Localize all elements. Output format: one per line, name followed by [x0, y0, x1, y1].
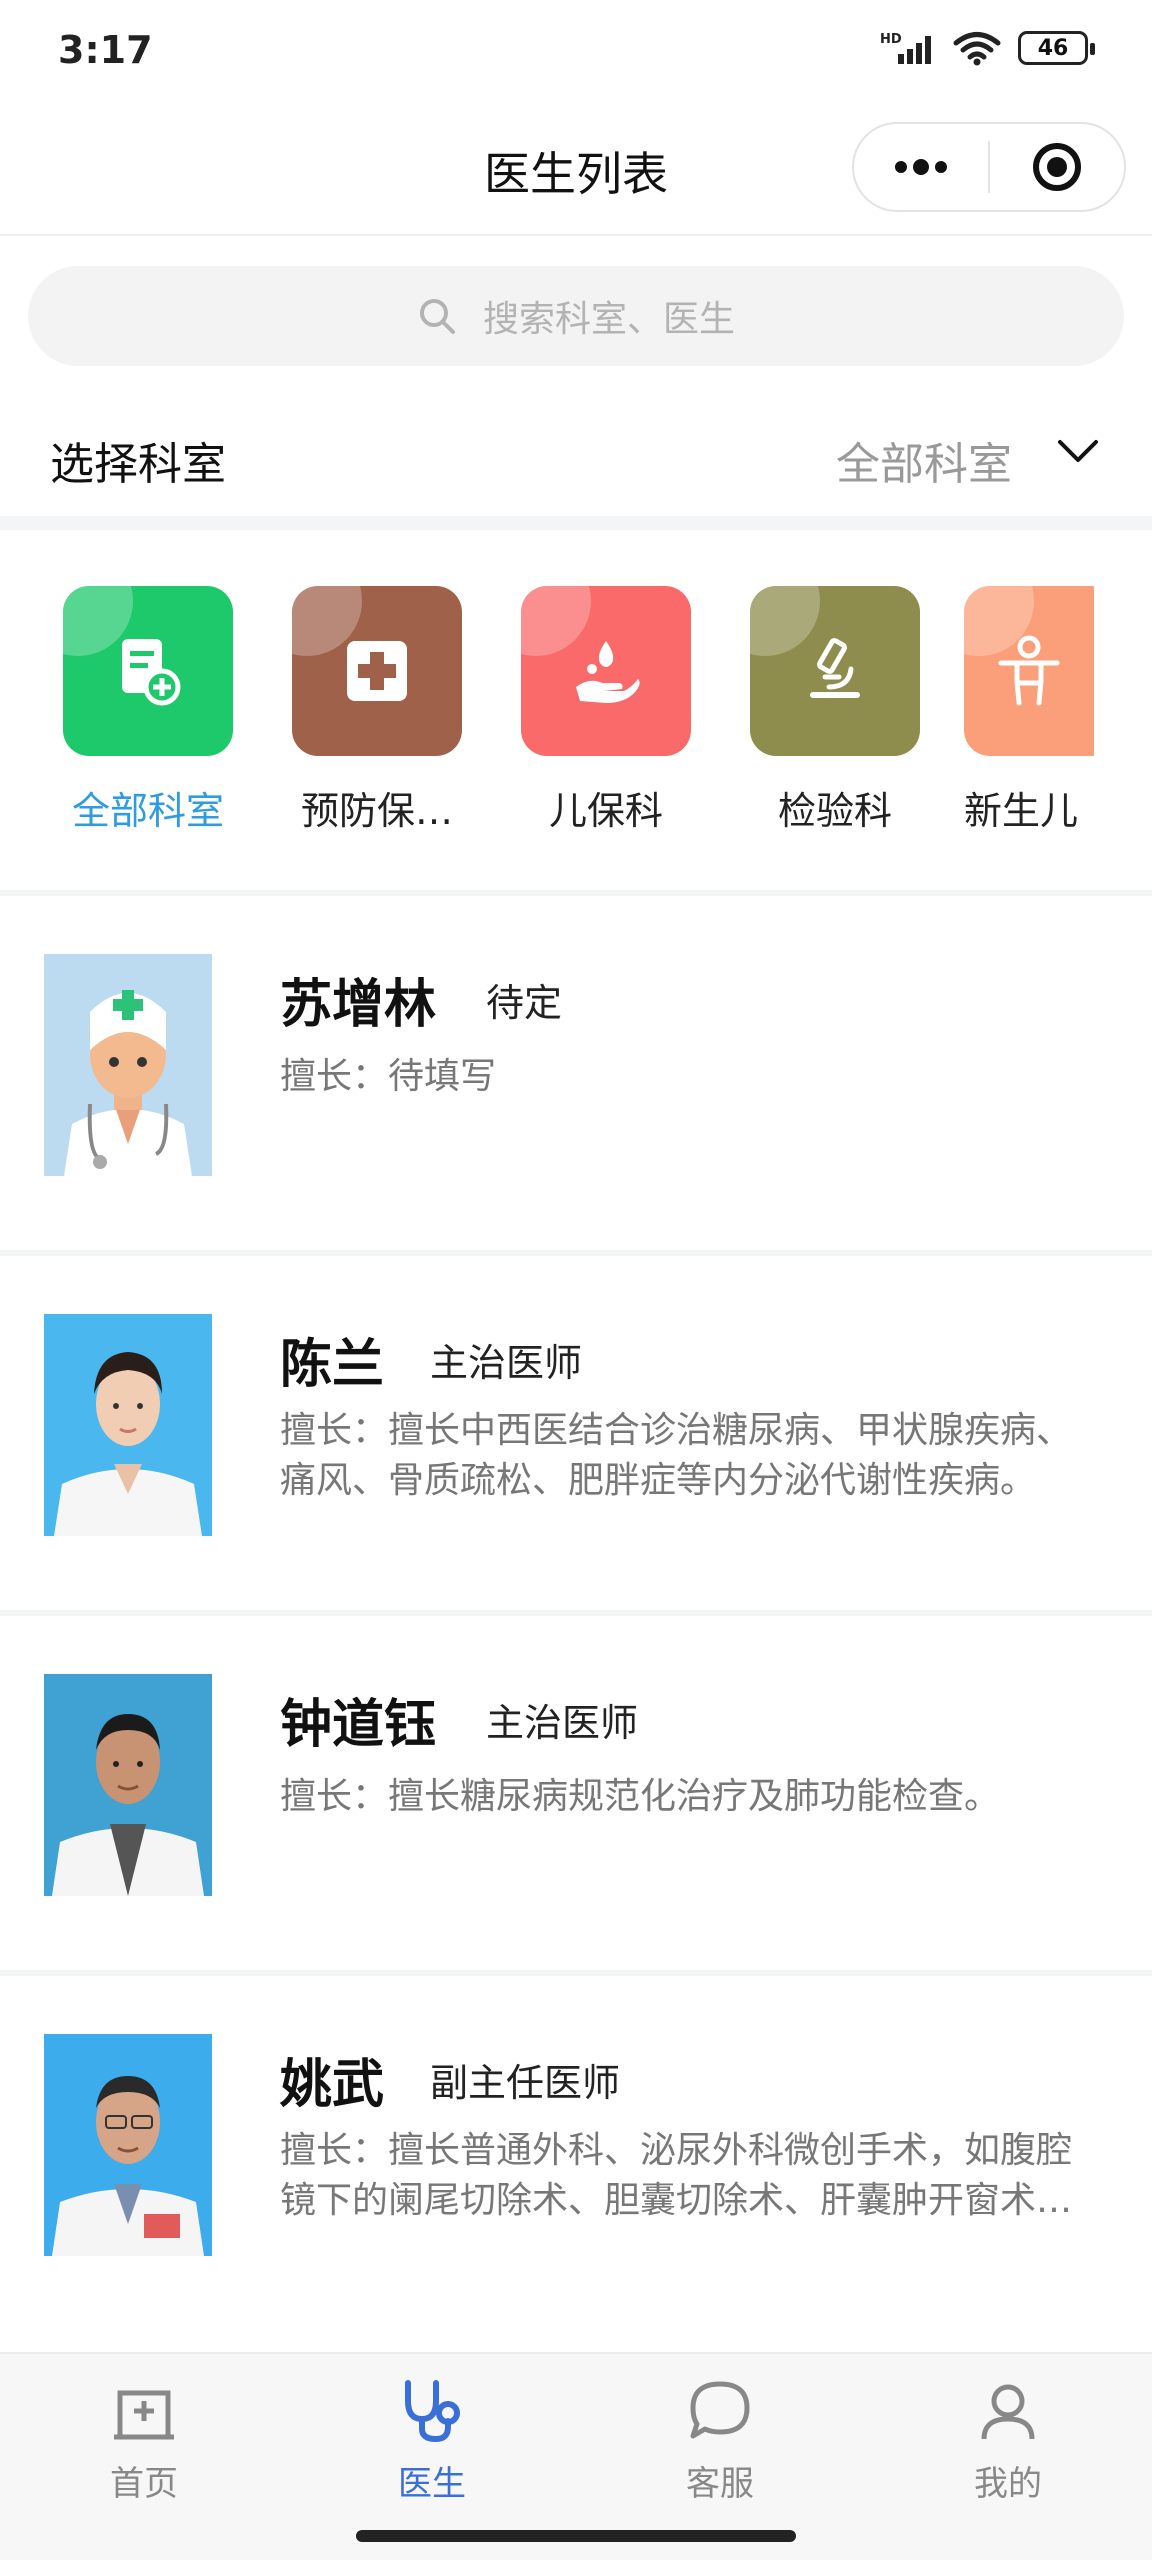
category-lab[interactable]: 检验科: [735, 586, 935, 835]
category-strip: 全部科室 预防保… 儿保科 检验科 新生儿: [0, 530, 1152, 890]
category-icon-box: [750, 586, 920, 756]
category-all[interactable]: 全部科室: [48, 586, 248, 835]
doctor-photo: [44, 954, 212, 1176]
search-placeholder: 搜索科室、医生: [482, 299, 735, 340]
department-value: 全部科室: [836, 439, 1012, 490]
miniprogram-capsule: [852, 122, 1126, 212]
cartoon-doctor-avatar: [44, 954, 212, 1176]
more-button[interactable]: [854, 122, 988, 212]
category-label: 全部科室: [71, 789, 224, 833]
nav-bar: 医生列表: [0, 110, 1152, 236]
stethoscope-icon: [405, 2380, 460, 2443]
medical-cross-icon: [347, 641, 407, 701]
tab-service[interactable]: 客服: [620, 2376, 820, 2505]
doctor-name: 陈兰: [280, 1335, 385, 1395]
doctor-photo: [44, 2034, 212, 2256]
doctor-photo: [44, 1314, 212, 1536]
doctor-card[interactable]: 钟道钰 主治医师 擅长：擅长糖尿病规范化治疗及肺功能检查。: [0, 1610, 1152, 1970]
category-child-care[interactable]: 儿保科: [506, 586, 706, 835]
chevron-down-icon: [1058, 440, 1098, 462]
hospital-icon: [114, 2390, 174, 2440]
doctor-title: 主治医师: [430, 1341, 583, 1385]
tab-mine[interactable]: 我的: [908, 2376, 1108, 2505]
status-icons: HD 46: [880, 30, 1095, 66]
doctor-name: 苏增林: [280, 975, 437, 1035]
doctor-title: 副主任医师: [430, 2061, 621, 2105]
category-label: 儿保科: [548, 789, 663, 833]
doctor-card[interactable]: 苏增林 待定 擅长：待填写: [0, 890, 1152, 1250]
tab-label: 首页: [110, 2464, 178, 2504]
tab-label: 客服: [686, 2464, 754, 2504]
category-icon-box: [292, 586, 462, 756]
doctor-specialty: 擅长：待填写: [280, 1056, 497, 1097]
more-dots-icon: [895, 159, 947, 175]
doctor-name: 钟道钰: [280, 1695, 437, 1755]
tab-label: 医生: [398, 2464, 466, 2504]
document-plus-icon: [122, 639, 181, 706]
doctor-specialty: 擅长：擅长糖尿病规范化治疗及肺功能检查。: [280, 1776, 1001, 1817]
wifi-icon: [953, 32, 1001, 66]
category-newborn[interactable]: 新生儿: [964, 586, 1094, 835]
signal-icon: HD: [880, 32, 931, 64]
chat-bubble-icon: [690, 2381, 750, 2439]
microscope-icon: [810, 638, 860, 698]
hand-drop-icon: [576, 641, 640, 703]
doctor-title: 主治医师: [486, 1701, 639, 1745]
department-selector[interactable]: 选择科室 全部科室: [0, 400, 1152, 510]
doctor-name: 姚武: [280, 2055, 385, 2115]
category-icon-box: [521, 586, 691, 756]
search-icon: [419, 299, 455, 334]
doctor-specialty: 擅长：擅长中西医结合诊治糖尿病、甲状腺疾病、痛风、骨质疏松、肥胖症等内分泌代谢性…: [280, 1410, 1073, 1501]
home-indicator: [356, 2530, 796, 2542]
status-bar: 3:17 HD 46: [0, 0, 1152, 110]
doctor-card[interactable]: 姚武 副主任医师 擅长：擅长普通外科、泌尿外科微创手术，如腹腔镜下的阑尾切除术、…: [0, 1970, 1152, 2330]
battery-indicator: 46: [1018, 31, 1095, 65]
status-time: 3:17: [58, 28, 153, 72]
network-label: HD: [880, 32, 902, 47]
category-icon-box: [63, 586, 233, 756]
doctor-specialty: 擅长：擅长普通外科、泌尿外科微创手术，如腹腔镜下的阑尾切除术、胆囊切除术、肝囊肿…: [280, 2130, 1073, 2221]
tab-label: 我的: [974, 2464, 1042, 2504]
male-doctor-photo: [44, 1674, 212, 1896]
female-doctor-photo: [44, 1314, 212, 1536]
doctor-card[interactable]: 陈兰 主治医师 擅长：擅长中西医结合诊治糖尿病、甲状腺疾病、痛风、骨质疏松、肥胖…: [0, 1250, 1152, 1610]
male-doctor-glasses-photo: [44, 2034, 212, 2256]
category-label: 新生儿: [964, 789, 1079, 833]
category-prevention[interactable]: 预防保…: [277, 586, 477, 835]
target-icon: [1032, 143, 1081, 191]
section-divider: [0, 516, 1152, 530]
close-miniprogram-button[interactable]: [990, 122, 1124, 212]
department-label: 选择科室: [50, 439, 226, 490]
doctor-title: 待定: [486, 981, 563, 1025]
category-icon-box: [964, 586, 1094, 756]
tab-home[interactable]: 首页: [44, 2376, 244, 2505]
search-input[interactable]: 搜索科室、医生: [28, 266, 1124, 366]
user-icon: [981, 2384, 1035, 2440]
category-label: 检验科: [777, 789, 892, 833]
doctor-photo: [44, 1674, 212, 1896]
tab-doctor[interactable]: 医生: [332, 2376, 532, 2505]
category-label: 预防保…: [300, 789, 453, 833]
tab-bar: 首页 医生 客服 我的: [0, 2352, 1152, 2560]
